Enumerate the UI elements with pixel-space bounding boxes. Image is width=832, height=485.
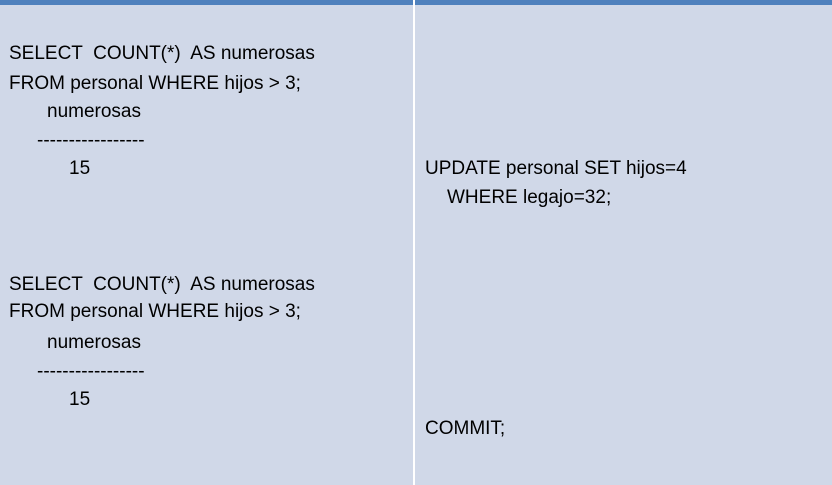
query2-separator: ----------------- <box>37 361 145 382</box>
query2-column-header: numerosas <box>47 332 141 353</box>
update-where-line: WHERE legajo=32; <box>447 187 612 208</box>
right-column: UPDATE personal SET hijos=4 WHERE legajo… <box>415 5 832 485</box>
query2-result-value: 15 <box>69 389 91 410</box>
left-column: SELECT COUNT(*) AS numerosas FROM person… <box>0 5 413 485</box>
query2-from-line: FROM personal WHERE hijos > 3; <box>9 301 301 322</box>
query1-select-line: SELECT COUNT(*) AS numerosas <box>9 43 315 64</box>
query1-from-line: FROM personal WHERE hijos > 3; <box>9 73 301 94</box>
update-statement-line: UPDATE personal SET hijos=4 <box>425 158 687 179</box>
transaction-table: SELECT COUNT(*) AS numerosas FROM person… <box>0 0 832 485</box>
query2-select-line: SELECT COUNT(*) AS numerosas <box>9 274 315 295</box>
commit-statement: COMMIT; <box>425 418 506 439</box>
query1-separator: ----------------- <box>37 130 145 151</box>
query1-column-header: numerosas <box>47 101 141 122</box>
query1-result-value: 15 <box>69 158 91 179</box>
